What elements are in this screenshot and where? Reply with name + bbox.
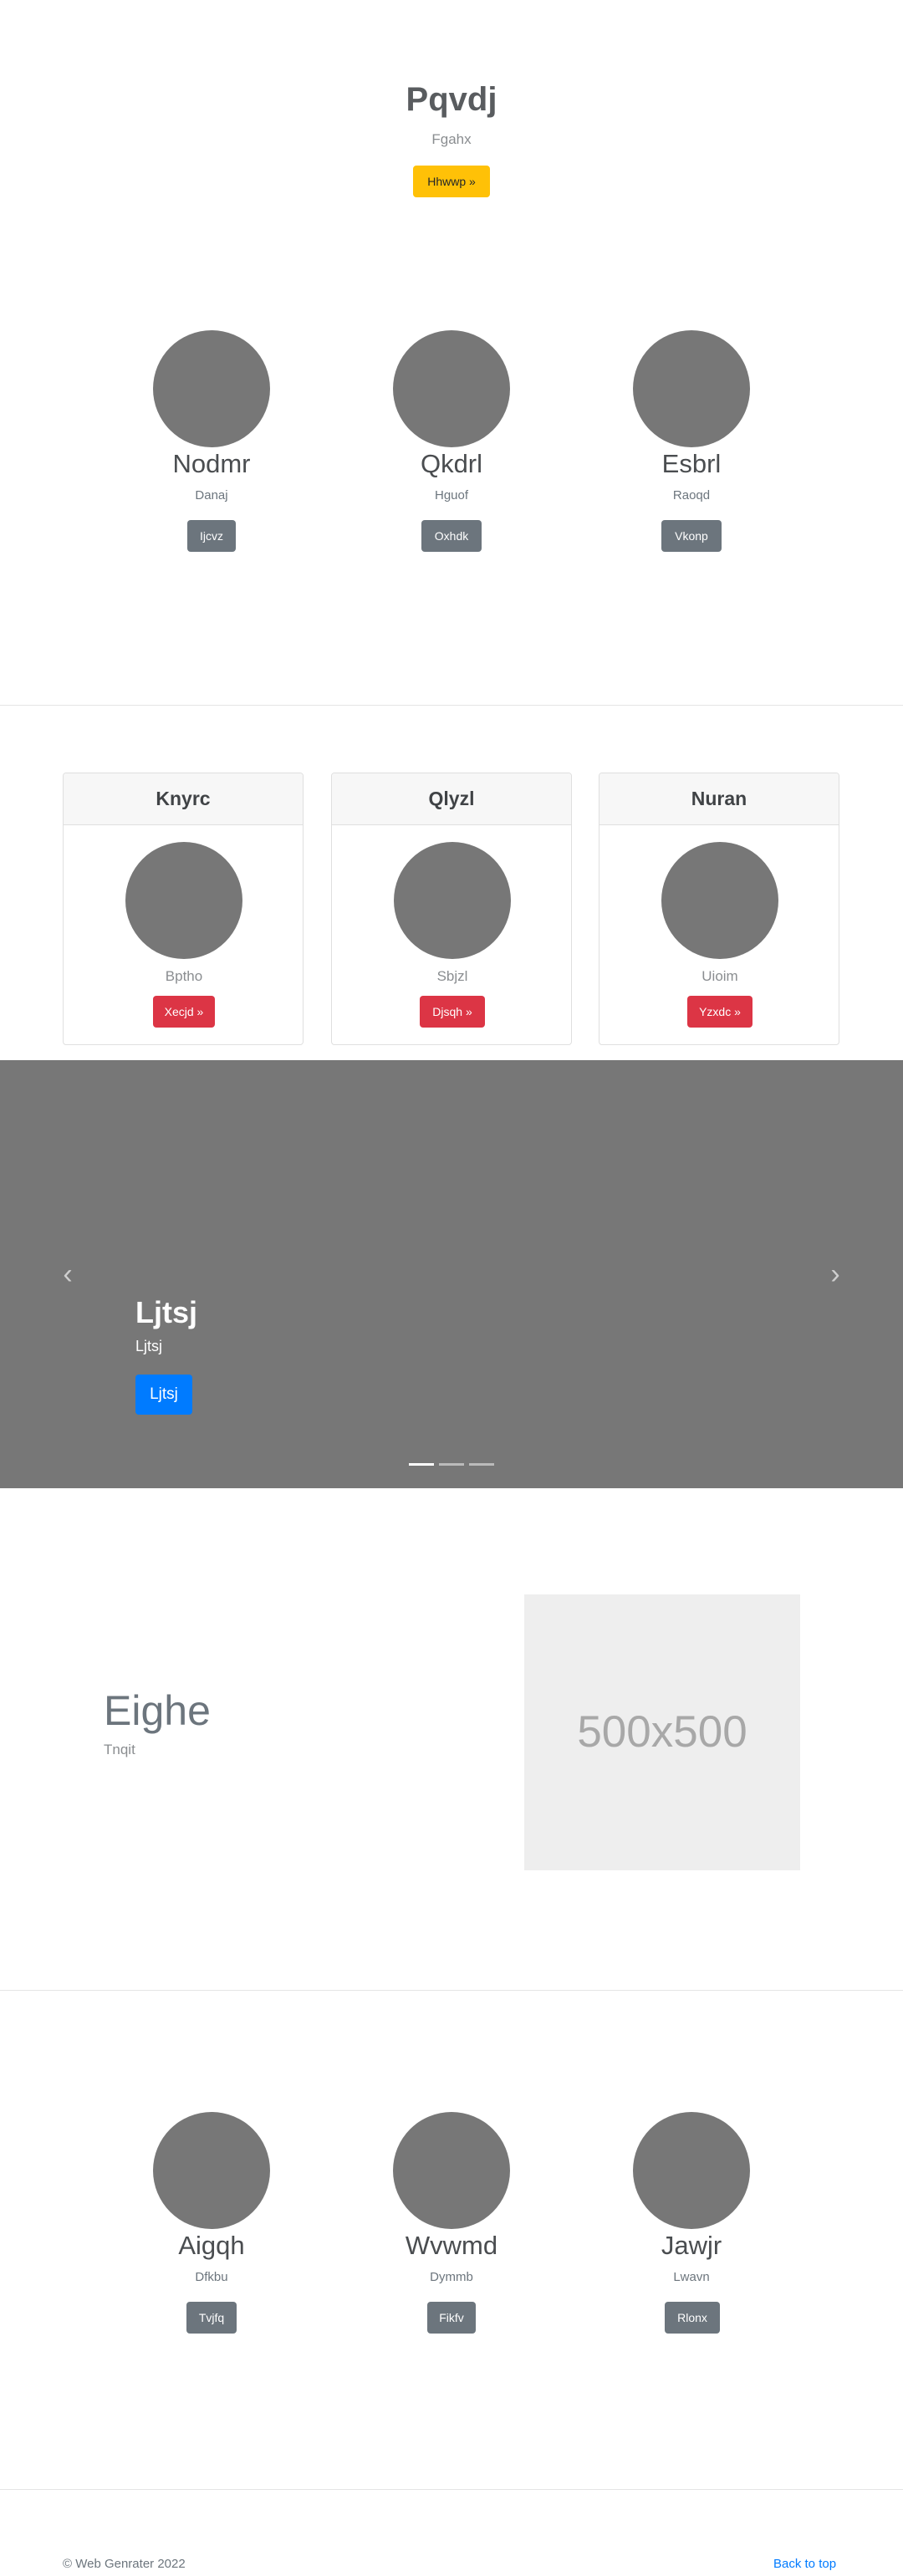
divider xyxy=(0,705,903,706)
member-name: Esbrl xyxy=(661,449,722,478)
card-text: Uioim xyxy=(701,968,738,984)
card: Nuran Uioim Yzxdc » xyxy=(599,773,839,1045)
image-placeholder-label: 500x500 xyxy=(577,1707,747,1757)
member-button[interactable]: Vkonp xyxy=(661,520,722,552)
member-role: Danaj xyxy=(195,488,228,502)
member-role: Hguof xyxy=(434,488,469,502)
card: Qlyzl Sbjzl Djsqh » xyxy=(331,773,572,1045)
member-role: Dfkbu xyxy=(195,2270,228,2284)
member-button[interactable]: Ijcvz xyxy=(187,520,236,552)
feature-title: Eighe xyxy=(104,1687,211,1734)
member-name: Qkdrl xyxy=(420,449,483,478)
member-button[interactable]: Oxhdk xyxy=(421,520,482,552)
divider xyxy=(0,2489,903,2490)
card-image xyxy=(661,842,778,959)
member-name: Aigqh xyxy=(178,2231,245,2260)
card-header: Nuran xyxy=(599,773,839,825)
member-role: Raoqd xyxy=(672,488,711,502)
avatar xyxy=(393,330,510,447)
carousel-subtitle: Ljtsj xyxy=(135,1338,163,1354)
card: Knyrc Bptho Xecjd » xyxy=(63,773,304,1045)
hero-title: Pqvdj xyxy=(406,81,497,118)
chevron-right-icon[interactable]: › xyxy=(819,1257,852,1291)
hero-button[interactable]: Hhwwp » xyxy=(413,166,490,197)
card-button[interactable]: Yzxdc » xyxy=(687,996,752,1028)
card-image xyxy=(125,842,242,959)
card-text: Sbjzl xyxy=(436,968,468,984)
member-name: Wvwmd xyxy=(405,2231,498,2260)
chevron-left-icon[interactable]: ‹ xyxy=(51,1257,84,1291)
divider xyxy=(0,1990,903,1991)
member-role: Dymmb xyxy=(430,2270,473,2284)
avatar xyxy=(633,330,750,447)
avatar xyxy=(393,2112,510,2229)
carousel-indicator-1[interactable] xyxy=(409,1463,434,1466)
back-to-top-link[interactable]: Back to top xyxy=(773,2556,836,2573)
card-image xyxy=(394,842,511,959)
avatar xyxy=(153,330,270,447)
member-button[interactable]: Fikfv xyxy=(427,2302,476,2334)
member-name: Jawjr xyxy=(661,2231,722,2260)
feature-image: 500x500 xyxy=(524,1594,800,1870)
card-header: Qlyzl xyxy=(332,773,571,825)
carousel-indicator-2[interactable] xyxy=(439,1463,464,1466)
carousel: ‹ › Ljtsj Ljtsj Ljtsj xyxy=(0,1060,903,1488)
card-text: Bptho xyxy=(165,968,203,984)
card-button[interactable]: Xecjd » xyxy=(153,996,215,1028)
avatar xyxy=(633,2112,750,2229)
carousel-title: Ljtsj xyxy=(135,1295,198,1329)
member-role: Lwavn xyxy=(673,2270,710,2284)
member-button[interactable]: Tvjfq xyxy=(186,2302,237,2334)
avatar xyxy=(153,2112,270,2229)
card-button[interactable]: Djsqh » xyxy=(420,996,485,1028)
feature-subtitle: Tnqit xyxy=(104,1742,135,1757)
carousel-button[interactable]: Ljtsj xyxy=(135,1375,192,1415)
card-header: Knyrc xyxy=(64,773,303,825)
hero-subtitle: Fgahx xyxy=(431,131,472,147)
carousel-indicator-3[interactable] xyxy=(469,1463,494,1466)
footer-copyright: © Web Genrater 2022 xyxy=(63,2557,186,2571)
member-button[interactable]: Rlonx xyxy=(665,2302,720,2334)
member-name: Nodmr xyxy=(172,449,251,478)
